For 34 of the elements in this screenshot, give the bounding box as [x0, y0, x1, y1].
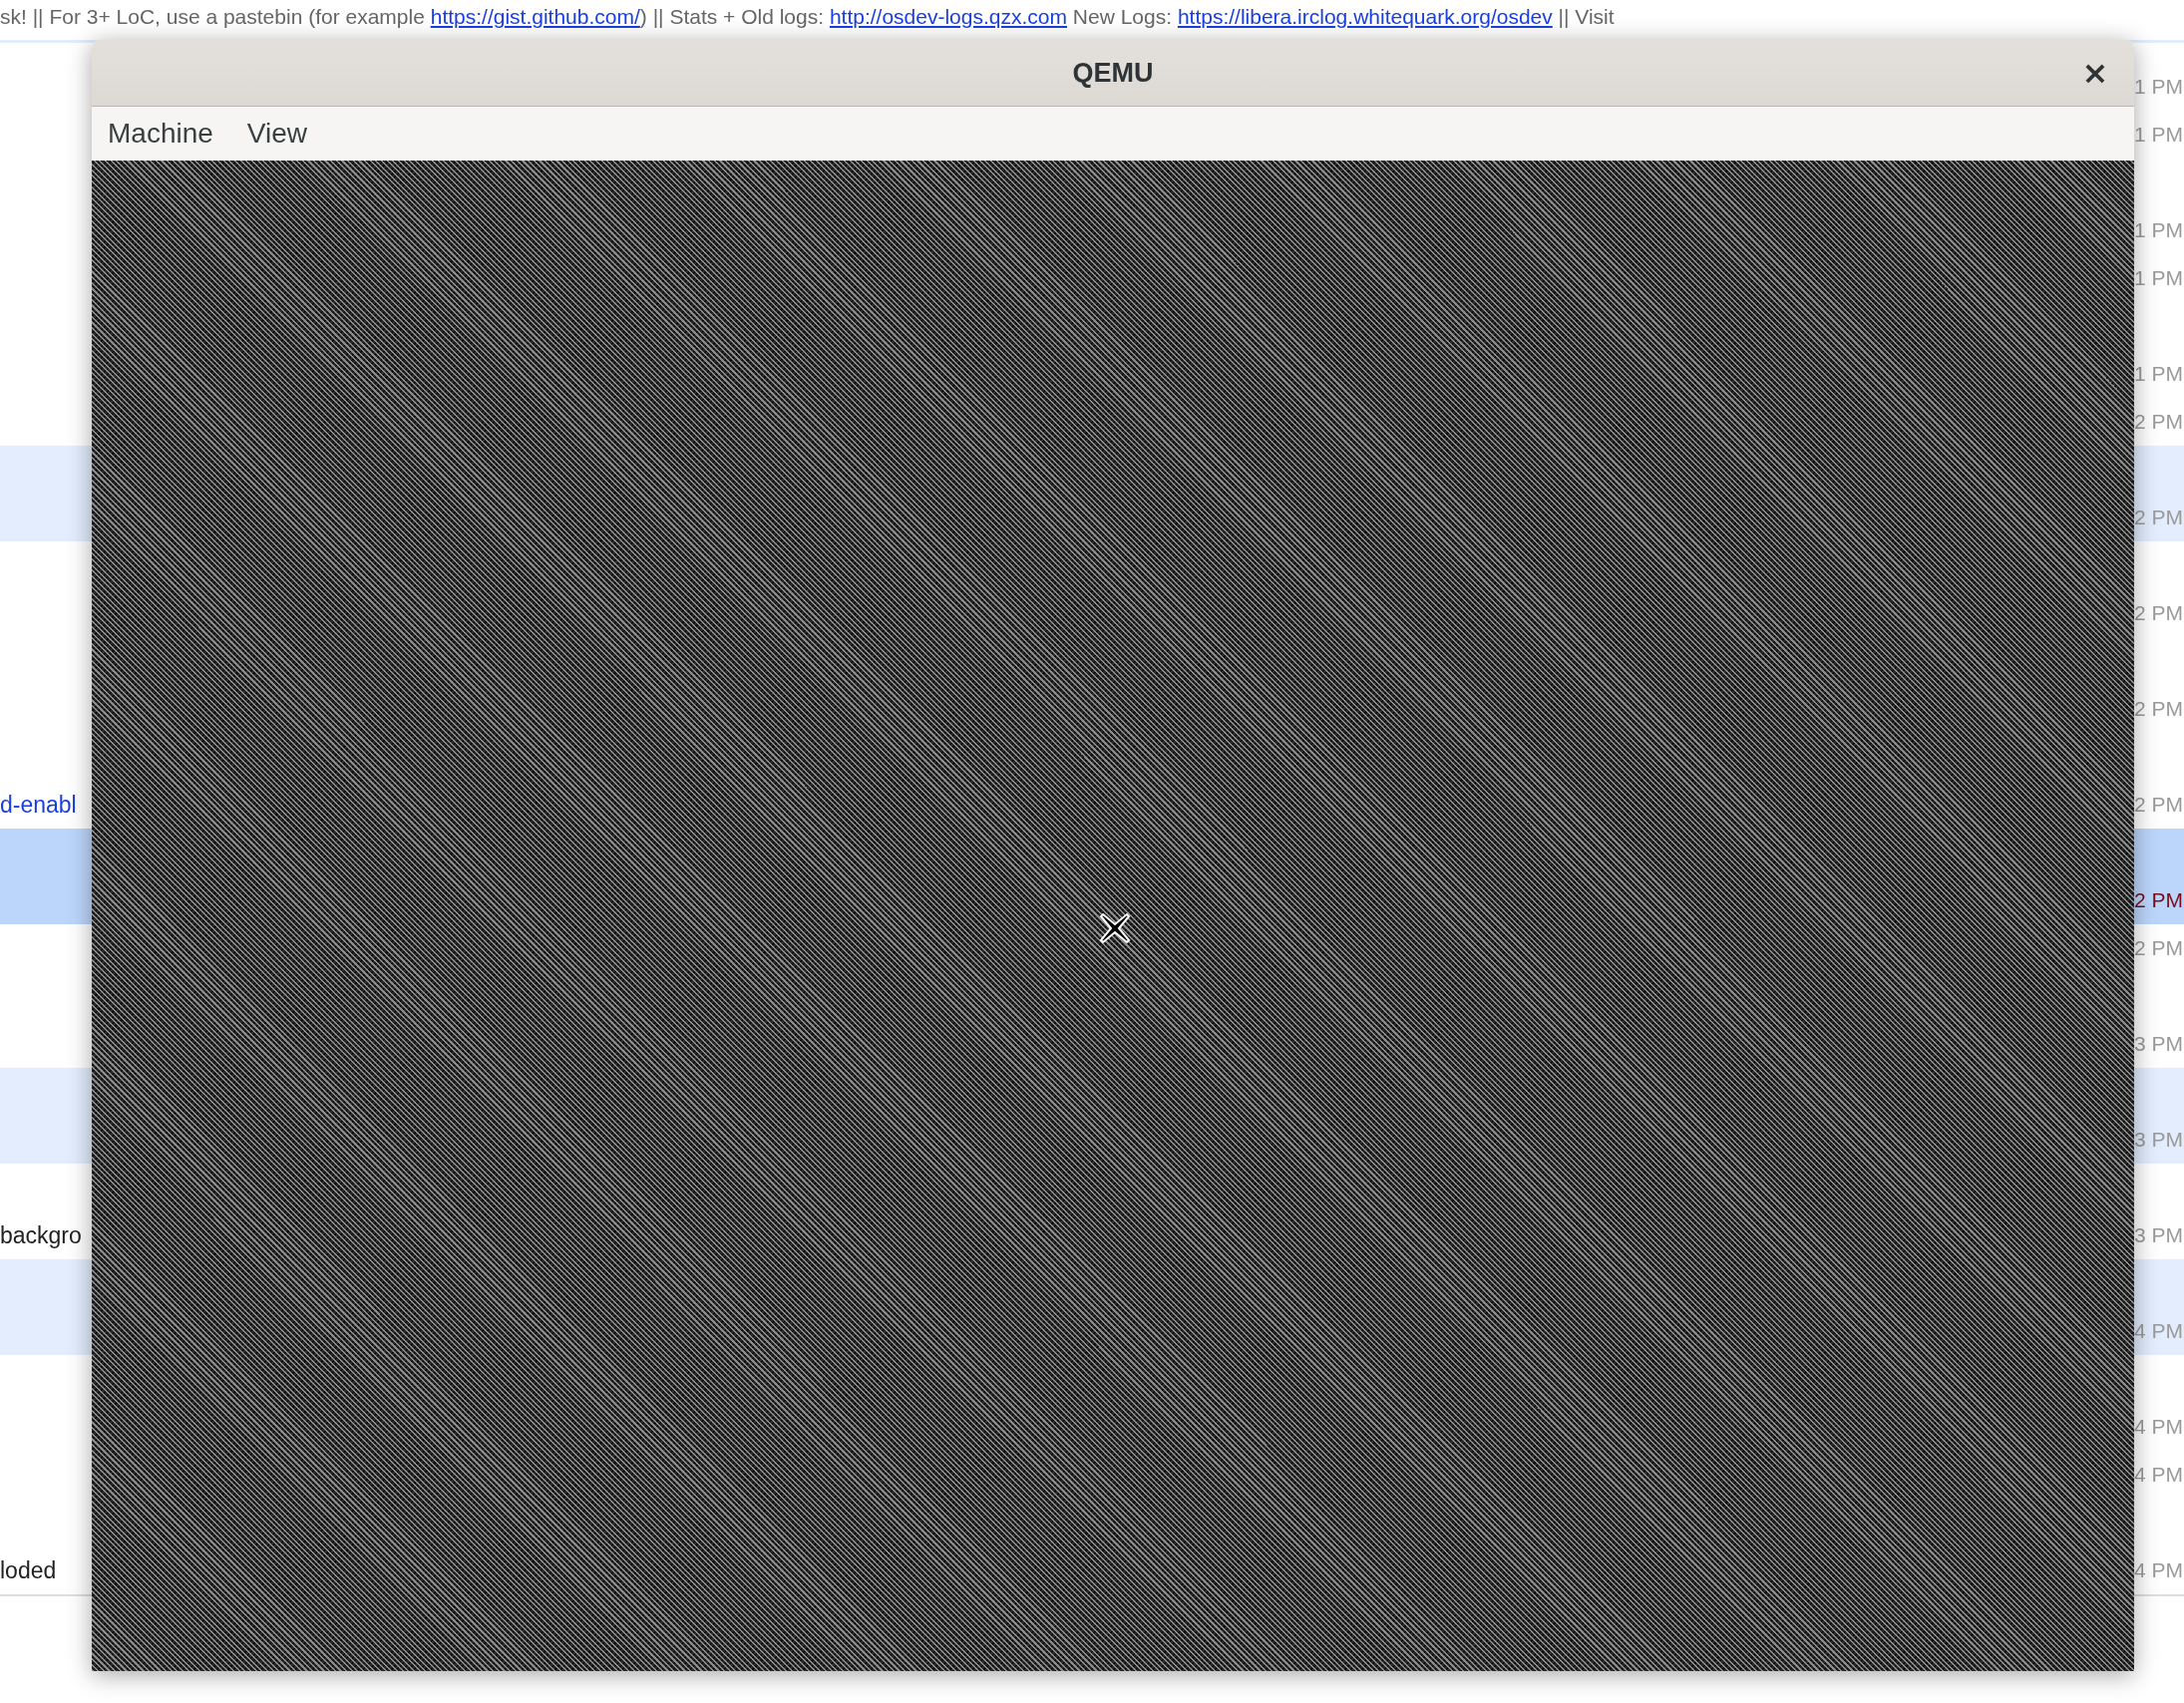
message-time: 3 PM: [2134, 1222, 2184, 1248]
message-time: 1 PM: [2134, 122, 2184, 148]
menu-item[interactable]: Machine: [98, 112, 223, 156]
message-time: 4 PM: [2134, 1414, 2184, 1440]
message-time: 4 PM: [2134, 1557, 2184, 1583]
menu-item[interactable]: View: [236, 112, 318, 156]
message-time: 2 PM: [2134, 696, 2184, 722]
message-time: 1 PM: [2134, 361, 2184, 387]
message-time: 2 PM: [2134, 887, 2184, 913]
topic-link[interactable]: http://osdev-logs.qzx.com: [829, 5, 1067, 28]
close-button[interactable]: ×: [2076, 54, 2114, 92]
topic-text: || Visit: [1557, 5, 1615, 28]
message-time: 2 PM: [2134, 505, 2184, 530]
message-time: 1 PM: [2134, 265, 2184, 291]
message-link[interactable]: d-enabl: [0, 781, 92, 829]
message-text: backgro: [0, 1221, 83, 1250]
message-time: 4 PM: [2134, 1318, 2184, 1344]
message-time: 2 PM: [2134, 600, 2184, 626]
message-time: 2 PM: [2134, 935, 2184, 961]
topic-text: sk! || For 3+ LoC, use a pastebin (for example: [0, 5, 426, 28]
message-time: 2 PM: [2134, 409, 2184, 435]
cursor-icon: [1097, 910, 1133, 946]
message-time: 1 PM: [2134, 217, 2184, 243]
window-title: QEMU: [1072, 57, 1154, 89]
message-time: 4 PM: [2134, 1462, 2184, 1488]
topic-link[interactable]: https://libera.irclog.whitequark.org/osdev: [1177, 5, 1553, 28]
topic-link[interactable]: https://gist.github.com/: [430, 5, 640, 28]
topic-text: ) || Stats + Old logs:: [639, 5, 826, 28]
message-text: loded: [0, 1556, 58, 1585]
message-time: 3 PM: [2134, 1127, 2184, 1153]
topic-text: New Logs:: [1071, 5, 1174, 28]
message-time: 1 PM: [2134, 74, 2184, 100]
message-time: 3 PM: [2134, 1031, 2184, 1057]
message-time: 2 PM: [2134, 792, 2184, 818]
